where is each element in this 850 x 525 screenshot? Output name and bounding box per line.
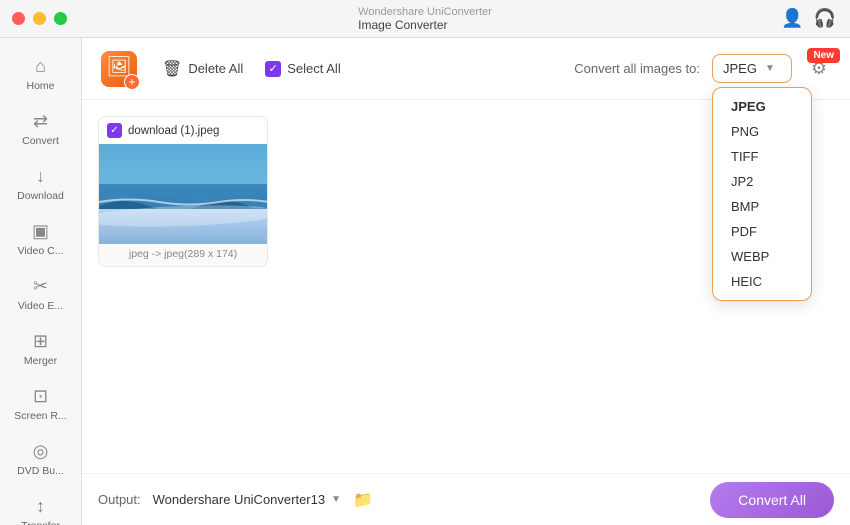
headset-icon[interactable]: 🎧 bbox=[814, 8, 836, 29]
title-bar: Wondershare UniConverter Image Converter… bbox=[0, 0, 850, 38]
format-select-button[interactable]: JPEG ▼ bbox=[712, 54, 792, 83]
select-all-label[interactable]: ✓ Select All bbox=[265, 61, 340, 77]
sidebar-item-download[interactable]: ↓ Download bbox=[6, 157, 75, 210]
format-selected-value: JPEG bbox=[723, 61, 757, 76]
trash-icon: 🗑 bbox=[162, 59, 182, 79]
maximize-button[interactable] bbox=[54, 12, 67, 25]
format-dropdown: JPEG PNG TIFF JP2 BMP PDF WEBP HEIC bbox=[712, 87, 812, 301]
home-icon: ⌂ bbox=[30, 55, 52, 77]
footer: Output: Wondershare UniConverter13 ▼ 📁 C… bbox=[82, 473, 850, 525]
convert-label: Convert all images to: bbox=[574, 61, 700, 76]
file-name: download (1).jpeg bbox=[128, 125, 219, 137]
chevron-down-icon: ▼ bbox=[765, 63, 775, 74]
transfer-icon: ↕ bbox=[30, 495, 52, 517]
add-files-button[interactable]: 🖼 bbox=[98, 48, 140, 90]
user-icon[interactable]: 👤 bbox=[781, 8, 803, 29]
sidebar-item-video-edit[interactable]: ✂ Video E... bbox=[6, 267, 75, 320]
file-card-header: ✓ download (1).jpeg bbox=[99, 117, 267, 144]
format-option-jpeg[interactable]: JPEG bbox=[713, 94, 811, 119]
minimize-button[interactable] bbox=[33, 12, 46, 25]
download-icon: ↓ bbox=[30, 165, 52, 187]
sidebar-item-dvd[interactable]: ◎ DVD Bu... bbox=[6, 432, 75, 485]
sidebar-item-video-comp[interactable]: ▣ Video C... bbox=[6, 212, 75, 265]
format-option-jp2[interactable]: JP2 bbox=[713, 169, 811, 194]
sidebar-item-merger[interactable]: ⊞ Merger bbox=[6, 322, 75, 375]
format-option-png[interactable]: PNG bbox=[713, 119, 811, 144]
convert-icon: ⇄ bbox=[30, 110, 52, 132]
screen-icon: ⊡ bbox=[30, 385, 52, 407]
output-label: Output: bbox=[98, 492, 141, 507]
format-option-webp[interactable]: WEBP bbox=[713, 244, 811, 269]
folder-icon[interactable]: 📁 bbox=[353, 490, 373, 510]
delete-all-button[interactable]: 🗑 Delete All bbox=[152, 53, 253, 85]
output-path[interactable]: Wondershare UniConverter13 ▼ bbox=[153, 492, 341, 507]
content-area: 🖼 🗑 Delete All ✓ Select All Convert all … bbox=[82, 38, 850, 525]
new-badge: New bbox=[807, 48, 840, 63]
file-thumbnail bbox=[99, 144, 267, 244]
add-files-icon: 🖼 bbox=[101, 51, 137, 87]
video-comp-icon: ▣ bbox=[30, 220, 52, 242]
convert-all-button[interactable]: Convert All bbox=[710, 482, 834, 518]
format-option-bmp[interactable]: BMP bbox=[713, 194, 811, 219]
output-path-chevron-icon: ▼ bbox=[331, 494, 341, 505]
format-dropdown-wrapper: JPEG ▼ JPEG PNG TIFF JP2 BMP PDF WEBP HE… bbox=[712, 54, 792, 83]
close-button[interactable] bbox=[12, 12, 25, 25]
merger-icon: ⊞ bbox=[30, 330, 52, 352]
main-container: ⌂ Home ⇄ Convert ↓ Download ▣ Video C...… bbox=[0, 38, 850, 525]
dvd-icon: ◎ bbox=[30, 440, 52, 462]
video-edit-icon: ✂ bbox=[30, 275, 52, 297]
select-all-checkbox[interactable]: ✓ bbox=[265, 61, 281, 77]
file-card: ✓ download (1).jpeg bbox=[98, 116, 268, 267]
sidebar-item-transfer[interactable]: ↕ Transfer bbox=[6, 487, 75, 525]
window-title: Wondershare UniConverter Image Converter bbox=[358, 6, 492, 32]
file-checkbox[interactable]: ✓ bbox=[107, 123, 122, 138]
beach-image bbox=[99, 144, 267, 244]
output-path-text: Wondershare UniConverter13 bbox=[153, 492, 325, 507]
toolbar: 🖼 🗑 Delete All ✓ Select All Convert all … bbox=[82, 38, 850, 100]
file-info: jpeg -> jpeg(289 x 174) bbox=[99, 244, 267, 266]
format-option-tiff[interactable]: TIFF bbox=[713, 144, 811, 169]
format-option-pdf[interactable]: PDF bbox=[713, 219, 811, 244]
sidebar-item-screen[interactable]: ⊡ Screen R... bbox=[6, 377, 75, 430]
window-controls[interactable] bbox=[12, 12, 67, 25]
sidebar: ⌂ Home ⇄ Convert ↓ Download ▣ Video C...… bbox=[0, 38, 82, 525]
format-option-heic[interactable]: HEIC bbox=[713, 269, 811, 294]
sidebar-item-home[interactable]: ⌂ Home bbox=[6, 47, 75, 100]
sidebar-item-convert[interactable]: ⇄ Convert bbox=[6, 102, 75, 155]
